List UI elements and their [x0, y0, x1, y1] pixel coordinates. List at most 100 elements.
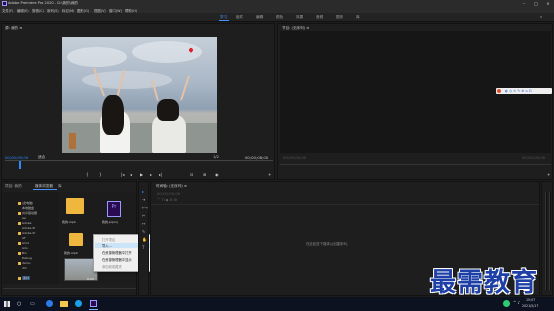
menu-graphics[interactable]: 图形(G): [77, 8, 89, 13]
source-time-ruler[interactable]: [5, 160, 273, 163]
context-item-show-explorer[interactable]: 在资源管理器中显示: [102, 257, 132, 262]
program-add-button-icon[interactable]: +: [547, 172, 550, 177]
slip-tool-icon[interactable]: ↔: [142, 221, 145, 226]
mark-in-icon[interactable]: {: [86, 172, 89, 177]
context-item-import[interactable]: 导入...: [102, 243, 112, 248]
video-duration: 8;00: [87, 277, 94, 281]
source-tab[interactable]: 源: 我的 ≡: [5, 26, 22, 31]
program-duration: 00;00;00;00: [522, 155, 546, 160]
workspace-graphics[interactable]: 图形: [336, 15, 343, 20]
menu-window[interactable]: 窗口(W): [109, 8, 122, 13]
folder-icon: [18, 202, 21, 205]
active-tab-indicator: [33, 189, 57, 190]
tree-item[interactable]: AT: [22, 236, 26, 240]
play-icon[interactable]: ▶: [140, 172, 143, 177]
menu-sequence[interactable]: 序列(S): [47, 8, 59, 13]
timeline-tab[interactable]: 时间轴: (无序列) ≡: [156, 184, 187, 189]
tree-item[interactable]: 共享驱动器: [22, 211, 37, 215]
context-item-open[interactable]: 打开项目: [102, 237, 115, 242]
export-frame-icon[interactable]: ◉: [215, 172, 219, 177]
tree-item[interactable]: 本地磁盘: [22, 206, 34, 210]
tray-icons[interactable]: ^ ♪: [513, 300, 520, 305]
context-item-open-explorer[interactable]: 在资源管理器中打开: [102, 250, 132, 255]
tree-item[interactable]: demo: [22, 261, 31, 265]
tray-app-icon[interactable]: [503, 300, 510, 307]
folder-icon: [18, 242, 21, 245]
timeline-timecode[interactable]: 00;00;00;00: [157, 191, 180, 196]
type-tool-icon[interactable]: T: [142, 245, 144, 250]
step-forward-icon[interactable]: ▸|: [159, 172, 162, 177]
premiere-taskbar-icon[interactable]: [90, 300, 97, 307]
tree-item[interactable]: Ae: [22, 216, 26, 220]
overwrite-icon[interactable]: ⊞: [203, 172, 206, 177]
workspace-assembly[interactable]: 组件: [236, 15, 243, 20]
taskbar: ○ ▭ ^ ♪ 15:07 2021/5/17: [0, 297, 554, 311]
title-bar: Adobe Premiere Pro 2020 - D:\我的\我的 – □ ×: [0, 0, 554, 7]
folder-icon: [18, 277, 21, 280]
floating-toolbar-icons[interactable]: ◐ ◎ ⊙ ✎ ⊕ ⌂ ⊡: [505, 89, 532, 93]
folder-icon: [18, 252, 21, 255]
ripple-edit-tool-icon[interactable]: ⟷: [142, 205, 148, 210]
folder-thumb-icon[interactable]: [66, 198, 84, 214]
workspace-libraries[interactable]: 库: [356, 15, 360, 20]
app-icon[interactable]: [75, 300, 82, 307]
tree-item-selected[interactable]: 素材: [22, 276, 31, 280]
workspace-color[interactable]: 颜色: [276, 15, 283, 20]
start-icon[interactable]: [4, 301, 10, 307]
menu-view[interactable]: 视图(V): [94, 8, 106, 13]
hand-tool-icon[interactable]: ✋: [142, 237, 147, 242]
step-forward-frame-icon[interactable]: ▸: [150, 172, 152, 177]
step-back-frame-icon[interactable]: ◂: [130, 172, 132, 177]
razor-tool-icon[interactable]: ✂: [142, 213, 145, 218]
tree-item[interactable]: Adobe Pr: [22, 226, 35, 230]
tree-item[interactable]: Debug: [22, 256, 32, 260]
tree-item[interactable]: Bin: [22, 251, 27, 255]
close-icon[interactable]: ×: [542, 0, 554, 7]
menu-file[interactable]: 文件(F): [2, 8, 13, 13]
minimize-icon[interactable]: –: [518, 0, 530, 7]
maximize-icon[interactable]: □: [530, 0, 542, 7]
audio-meters: [541, 181, 553, 296]
premiere-project-icon[interactable]: Pr: [107, 201, 121, 217]
project-tab[interactable]: 项目: 我的: [5, 184, 22, 189]
library-tab[interactable]: 库: [58, 184, 62, 189]
menu-help[interactable]: 帮助(H): [125, 8, 137, 13]
edge-icon[interactable]: [46, 300, 53, 307]
tree-item[interactable]: dm: [22, 266, 27, 270]
tree-item[interactable]: Adobe: [22, 221, 32, 225]
tools-panel: ▸ ⇥ ⟷ ✂ ↔ ✎ ✋ T: [138, 181, 149, 296]
selection-tool-icon[interactable]: ▸: [142, 189, 144, 194]
tree-item[interactable]: (此电脑): [22, 201, 33, 205]
record-icon[interactable]: [497, 89, 501, 93]
insert-icon[interactable]: ⊡: [190, 172, 193, 177]
add-button-icon[interactable]: +: [268, 172, 271, 177]
program-timecode-current[interactable]: 00;00;00;00: [283, 155, 306, 160]
task-view-icon[interactable]: ▭: [30, 301, 35, 307]
workspace-effects[interactable]: 效果: [296, 15, 303, 20]
tree-item[interactable]: Amd: [22, 241, 29, 245]
search-icon[interactable]: ○: [17, 301, 21, 307]
timeline-tools[interactable]: ⌒ ⊓ ◆ ⊟ ⚙: [157, 198, 177, 203]
tree-item[interactable]: Adobe Pr: [22, 231, 35, 235]
workspace-menu-icon[interactable]: »: [540, 15, 542, 19]
menu-edit[interactable]: 编辑(E): [17, 8, 29, 13]
step-back-icon[interactable]: |◂: [121, 172, 124, 177]
menu-clip[interactable]: 剪辑(C): [32, 8, 44, 13]
mark-out-icon[interactable]: }: [99, 172, 102, 177]
workspace-audio[interactable]: 音频: [316, 15, 323, 20]
source-playhead[interactable]: [19, 161, 21, 169]
program-time-ruler[interactable]: [280, 164, 551, 165]
folder-icon: [18, 232, 21, 235]
folder-thumb-icon[interactable]: [69, 233, 83, 246]
tree-item[interactable]: Aris: [22, 246, 28, 250]
context-item-add-favorites[interactable]: 添加到收藏夹: [102, 264, 122, 269]
menu-marker[interactable]: 标记(M): [62, 8, 74, 13]
window-title: Adobe Premiere Pro 2020 - D:\我的\我的: [8, 1, 79, 5]
workspace-editing[interactable]: 编辑: [256, 15, 263, 20]
pen-tool-icon[interactable]: ✎: [142, 229, 145, 234]
clock-date[interactable]: 2021/5/17: [522, 304, 538, 308]
clock-time[interactable]: 15:07: [526, 298, 535, 302]
track-select-tool-icon[interactable]: ⇥: [142, 197, 145, 202]
explorer-icon[interactable]: [60, 301, 68, 307]
source-resolution-dropdown[interactable]: 1/2: [213, 155, 219, 159]
